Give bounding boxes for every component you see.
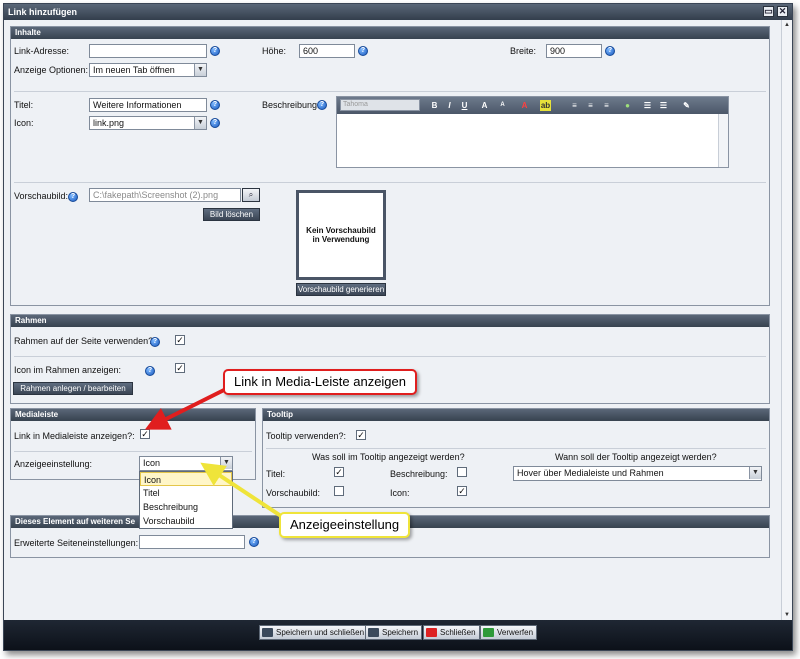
callout-display-setting: Anzeigeeinstellung bbox=[279, 512, 411, 538]
arrow-yellow bbox=[200, 462, 286, 520]
arrow-red bbox=[144, 386, 229, 430]
annotation-arrows bbox=[144, 386, 286, 520]
callout-media-bar: Link in Media-Leiste anzeigen bbox=[223, 369, 417, 395]
